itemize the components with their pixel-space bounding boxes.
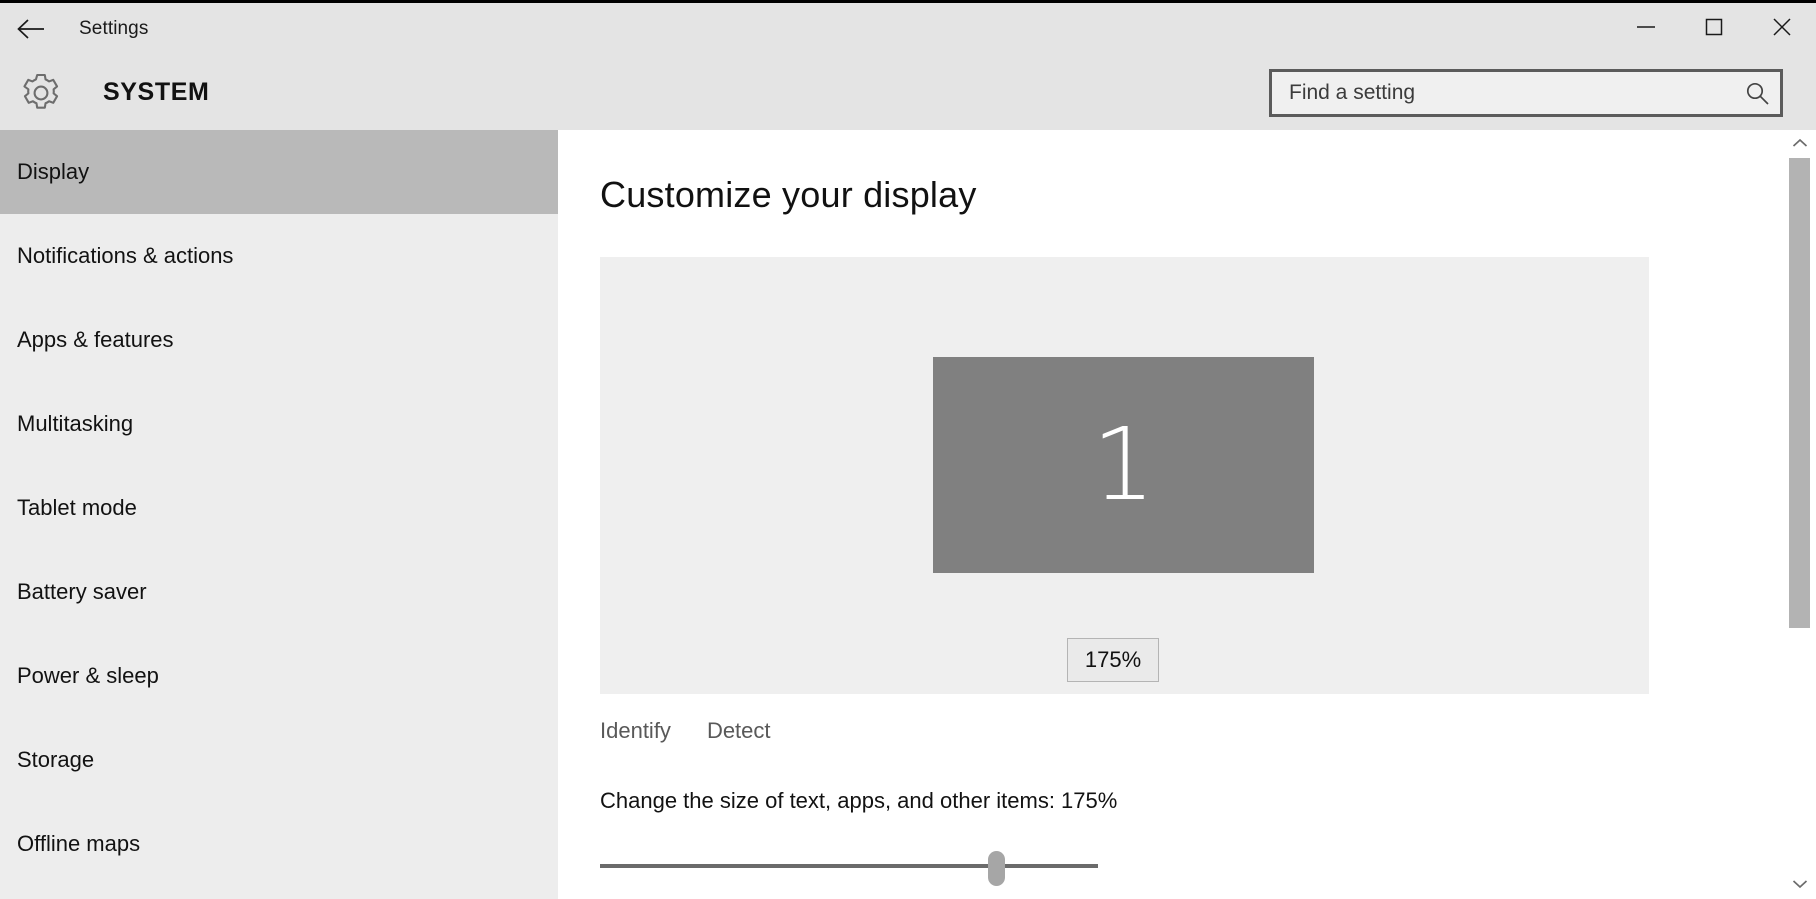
sidebar-item-label: Notifications & actions bbox=[17, 243, 234, 268]
page-header: SYSTEM bbox=[0, 55, 1816, 130]
back-arrow-icon bbox=[16, 18, 46, 40]
scale-slider-track[interactable] bbox=[600, 864, 1098, 868]
sidebar-item-label: Power & sleep bbox=[17, 663, 159, 688]
window-controls bbox=[1612, 3, 1816, 55]
sidebar-item-offline-maps[interactable]: Offline maps bbox=[0, 802, 558, 886]
scale-slider[interactable] bbox=[600, 846, 1098, 886]
display-preview-panel: 1 bbox=[600, 257, 1649, 694]
scale-value-tooltip: 175% bbox=[1067, 638, 1159, 682]
close-button[interactable] bbox=[1748, 3, 1816, 55]
close-icon bbox=[1772, 17, 1792, 42]
scale-label: Change the size of text, apps, and other… bbox=[600, 788, 1118, 813]
minimize-button[interactable] bbox=[1612, 3, 1680, 55]
sidebar-item-tablet-mode[interactable]: Tablet mode bbox=[0, 466, 558, 550]
sidebar-item-label: Multitasking bbox=[17, 411, 134, 436]
body: Display Notifications & actions Apps & f… bbox=[0, 130, 1816, 899]
settings-window: Settings SYSTEM Find a setting Display N… bbox=[0, 0, 1816, 899]
search-input[interactable] bbox=[1272, 71, 1734, 114]
title-bar: Settings bbox=[0, 3, 1816, 55]
page-title: SYSTEM bbox=[103, 78, 210, 106]
sidebar-item-label: Apps & features bbox=[17, 327, 174, 352]
sidebar-item-notifications-actions[interactable]: Notifications & actions bbox=[0, 214, 558, 298]
content-title: Customize your display bbox=[600, 174, 977, 215]
maximize-icon bbox=[1705, 18, 1723, 41]
sidebar: Display Notifications & actions Apps & f… bbox=[0, 130, 558, 899]
scroll-thumb[interactable] bbox=[1789, 158, 1810, 628]
scroll-down-button[interactable] bbox=[1783, 871, 1816, 899]
content-area: Customize your display 1 Identify Detect… bbox=[558, 130, 1816, 899]
identify-link[interactable]: Identify bbox=[600, 718, 671, 744]
search-box[interactable] bbox=[1269, 68, 1783, 117]
gear-icon bbox=[19, 71, 63, 115]
display-actions: Identify Detect bbox=[600, 718, 771, 744]
chevron-down-icon bbox=[1792, 876, 1808, 894]
sidebar-item-label: Offline maps bbox=[17, 831, 141, 856]
monitor-thumbnail-1[interactable]: 1 bbox=[933, 357, 1314, 573]
sidebar-item-battery-saver[interactable]: Battery saver bbox=[0, 550, 558, 634]
sidebar-item-apps-features[interactable]: Apps & features bbox=[0, 298, 558, 382]
minimize-icon bbox=[1635, 20, 1657, 38]
chevron-up-icon bbox=[1792, 135, 1808, 153]
sidebar-item-label: Storage bbox=[17, 747, 95, 772]
search-icon[interactable] bbox=[1734, 72, 1780, 114]
scale-slider-thumb[interactable] bbox=[988, 851, 1005, 886]
scroll-up-button[interactable] bbox=[1783, 130, 1816, 158]
back-button[interactable] bbox=[0, 3, 62, 55]
sidebar-item-display[interactable]: Display bbox=[0, 130, 558, 214]
sidebar-item-power-sleep[interactable]: Power & sleep bbox=[0, 634, 558, 718]
maximize-button[interactable] bbox=[1680, 3, 1748, 55]
sidebar-item-multitasking[interactable]: Multitasking bbox=[0, 382, 558, 466]
monitor-number-label: 1 bbox=[1091, 406, 1156, 523]
sidebar-item-label: Battery saver bbox=[17, 579, 147, 604]
sidebar-item-label: Display bbox=[17, 159, 90, 184]
scroll-gutter[interactable] bbox=[1783, 158, 1816, 871]
window-title: Settings bbox=[79, 18, 149, 39]
sidebar-item-label: Tablet mode bbox=[17, 495, 137, 520]
detect-link[interactable]: Detect bbox=[707, 718, 771, 744]
content-scroll-region: Customize your display 1 Identify Detect… bbox=[558, 130, 1783, 899]
vertical-scrollbar[interactable] bbox=[1783, 130, 1816, 899]
sidebar-item-storage[interactable]: Storage bbox=[0, 718, 558, 802]
